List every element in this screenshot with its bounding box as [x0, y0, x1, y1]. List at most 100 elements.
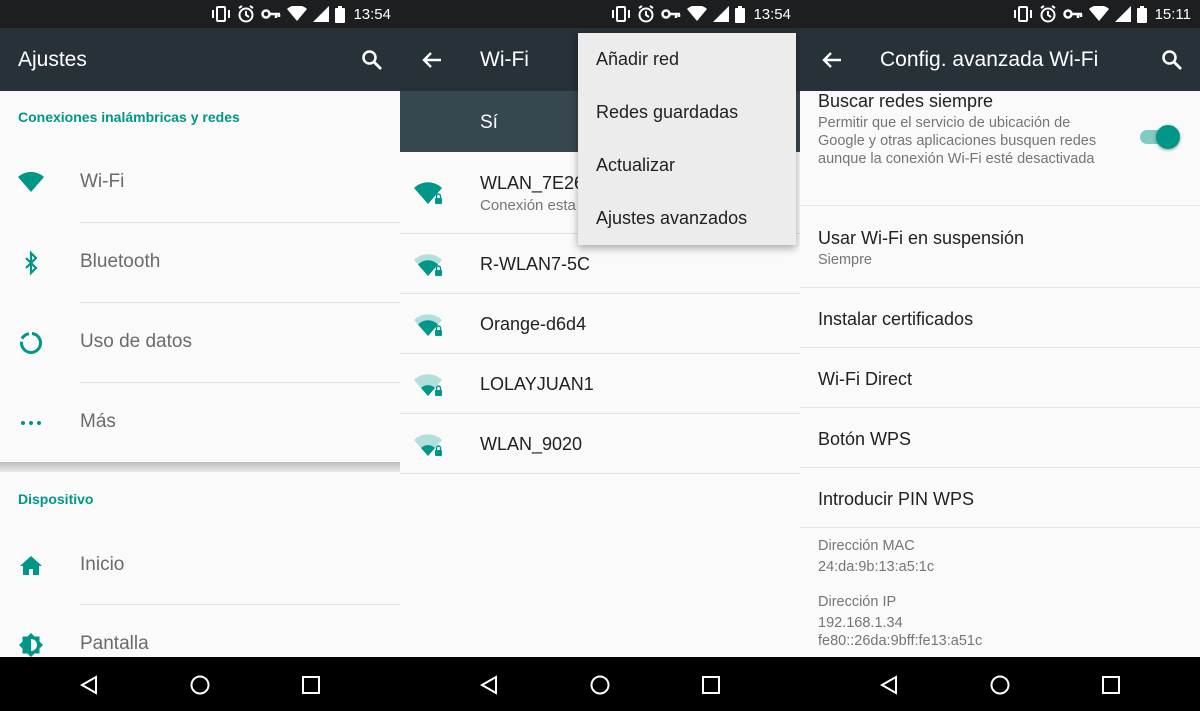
wifi-network-item[interactable]: LOLAYJUAN1 [400, 354, 800, 414]
mac-address-label: Dirección MAC [818, 538, 915, 554]
menu-item-advanced[interactable]: Ajustes avanzados [578, 192, 796, 245]
ip-address-v6: fe80::26da:9bff:fe13:a51c [818, 633, 983, 649]
wifi-network-item[interactable]: WLAN_9020 [400, 414, 800, 474]
recents-nav-icon[interactable] [700, 674, 722, 696]
back-arrow-icon[interactable] [820, 48, 844, 72]
network-name: LOLAYJUAN1 [480, 374, 594, 394]
settings-item-label: Bluetooth [80, 251, 161, 272]
status-bar: 15:11 [800, 0, 1200, 28]
nav-bar [400, 657, 800, 711]
network-name: R-WLAN7-5C [480, 254, 591, 274]
network-status: Conexión esta [480, 197, 576, 214]
switch-label: Sí [480, 112, 498, 133]
alarm-icon [238, 5, 255, 23]
cell-signal-icon [713, 6, 730, 22]
recents-nav-icon[interactable] [1100, 674, 1122, 696]
cell-signal-icon [313, 6, 330, 22]
settings-item-label: Wi-Fi [80, 171, 125, 192]
home-nav-icon[interactable] [189, 674, 211, 696]
pref-wifi-direct[interactable]: Wi-Fi Direct [800, 348, 1200, 408]
settings-item-data-usage[interactable]: Uso de datos [0, 302, 400, 382]
page-title: Ajustes [18, 48, 87, 71]
wifi-signal-icon [287, 6, 308, 21]
wifi-locked-icon [414, 314, 443, 336]
menu-item-saved-networks[interactable]: Redes guardadas [578, 86, 796, 139]
wifi-network-item[interactable]: Orange-d6d4 [400, 294, 800, 354]
menu-item-refresh[interactable]: Actualizar [578, 139, 796, 192]
pref-scan-always[interactable]: Buscar redes siempre Permitir que el ser… [800, 91, 1200, 206]
nav-bar [800, 657, 1200, 711]
page-title: Wi-Fi [480, 48, 529, 71]
settings-item-bluetooth[interactable]: Bluetooth [0, 222, 400, 302]
pref-title: Usar Wi-Fi en suspensión [818, 228, 1025, 248]
vpn-key-icon [261, 9, 281, 19]
pref-summary: Permitir que el servicio de ubicación de… [818, 115, 1097, 167]
network-name: WLAN_9020 [480, 434, 583, 454]
ip-address-label: Dirección IP [818, 594, 897, 610]
settings-item-more[interactable]: Más [0, 382, 400, 462]
menu-item-add-network[interactable]: Añadir red [578, 33, 796, 86]
vibrate-icon [612, 6, 631, 22]
settings-item-home[interactable]: Inicio [0, 525, 400, 605]
scan-always-switch[interactable] [1140, 125, 1180, 149]
data-usage-icon [20, 332, 42, 354]
settings-item-label: Inicio [80, 554, 125, 575]
wifi-signal-icon [1088, 6, 1109, 21]
status-time: 13:54 [353, 5, 391, 23]
back-nav-icon[interactable] [78, 674, 100, 696]
pref-title: Buscar redes siempre [818, 91, 994, 111]
app-bar: Config. avanzada Wi-Fi [800, 28, 1200, 91]
home-nav-icon[interactable] [589, 674, 611, 696]
pref-wifi-sleep[interactable]: Usar Wi-Fi en suspensión Siempre [800, 206, 1200, 288]
status-time: 15:11 [1154, 5, 1191, 23]
status-bar: 13:54 [0, 0, 400, 28]
pref-wps-button[interactable]: Botón WPS [800, 408, 1200, 468]
settings-item-wifi[interactable]: Wi-Fi [0, 142, 400, 222]
status-bar: 13:54 [400, 0, 800, 28]
nav-bar [0, 657, 400, 711]
home-nav-icon[interactable] [989, 674, 1011, 696]
settings-item-label: Uso de datos [80, 331, 192, 352]
search-icon[interactable] [1160, 48, 1184, 72]
pref-wps-pin[interactable]: Introducir PIN WPS [800, 468, 1200, 528]
back-nav-icon[interactable] [478, 674, 500, 696]
pref-title: Introducir PIN WPS [818, 489, 975, 509]
mac-address-value: 24:da:9b:13:a5:1c [818, 559, 935, 575]
network-name: Orange-d6d4 [480, 314, 587, 334]
wifi-screen: 13:54 Wi-Fi Sí WLAN_7E26 Conexión esta R… [400, 0, 800, 711]
battery-icon [1136, 5, 1147, 23]
vibrate-icon [1013, 6, 1032, 22]
recents-nav-icon[interactable] [300, 674, 322, 696]
settings-item-label: Pantalla [80, 633, 149, 654]
battery-icon [335, 5, 346, 23]
wifi-icon [18, 171, 44, 192]
pref-summary: Siempre [818, 252, 872, 268]
brightness-icon [19, 633, 43, 657]
vpn-key-icon [1062, 9, 1082, 19]
vpn-key-icon [661, 9, 681, 19]
pref-title: Instalar certificados [818, 309, 974, 329]
back-nav-icon[interactable] [878, 674, 900, 696]
section-separator [0, 462, 400, 472]
cell-signal-icon [1114, 6, 1131, 22]
pref-title: Wi-Fi Direct [818, 369, 912, 389]
section-header-wireless: Conexiones inalámbricas y redes [18, 109, 240, 125]
app-bar: Ajustes [0, 28, 400, 91]
settings-item-label: Más [80, 411, 116, 432]
network-name: WLAN_7E26 [480, 173, 585, 193]
wifi-locked-weak-icon [414, 374, 443, 396]
vibrate-icon [212, 6, 231, 22]
back-arrow-icon[interactable] [420, 48, 444, 72]
advanced-wifi-screen: 15:11 Config. avanzada Wi-Fi Buscar rede… [800, 0, 1200, 711]
wifi-locked-full-icon [414, 182, 443, 204]
status-time: 13:54 [753, 5, 791, 23]
section-header-device: Dispositivo [18, 491, 94, 507]
pref-install-certificates[interactable]: Instalar certificados [800, 288, 1200, 348]
alarm-icon [1040, 5, 1056, 23]
search-icon[interactable] [360, 48, 384, 72]
alarm-icon [638, 5, 655, 23]
home-icon [20, 556, 42, 575]
switch-thumb [1156, 125, 1180, 149]
wifi-signal-icon [687, 6, 708, 21]
overflow-menu: Añadir red Redes guardadas Actualizar Aj… [578, 33, 796, 245]
